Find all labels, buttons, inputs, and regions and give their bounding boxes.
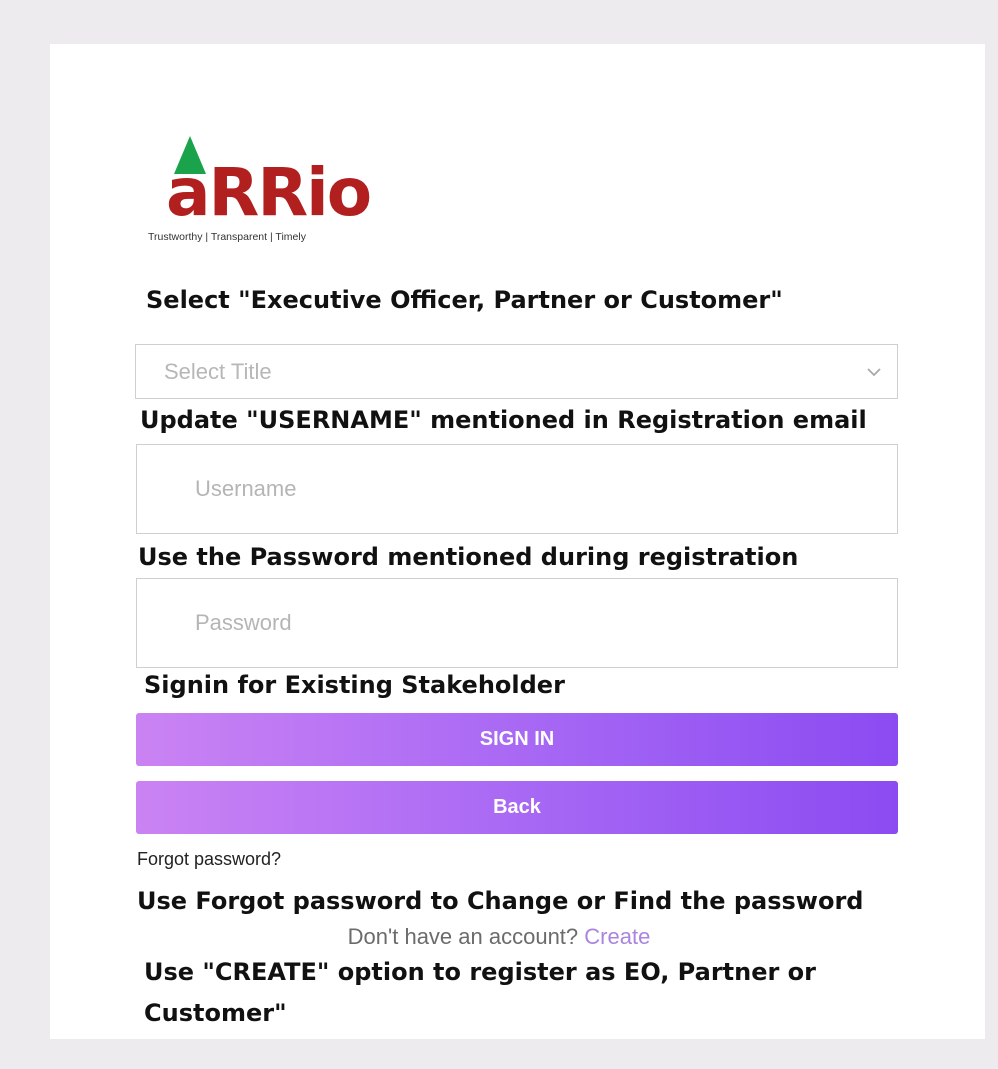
password-hint: Use the Password mentioned during regist…	[138, 543, 799, 571]
create-hint-line2: Customer"	[144, 999, 287, 1027]
password-input[interactable]	[136, 578, 898, 668]
forgot-password-link[interactable]: Forgot password?	[137, 849, 281, 870]
back-button[interactable]: Back	[136, 781, 898, 834]
logo-tagline: Trustworthy | Transparent | Timely	[148, 231, 306, 243]
no-account-text: Don't have an account?	[347, 924, 579, 949]
title-select-value: Select Title	[164, 359, 272, 384]
signup-prompt: Don't have an account? Create	[0, 924, 998, 950]
create-account-link[interactable]: Create	[584, 924, 650, 949]
chevron-down-icon	[867, 368, 881, 377]
select-title-hint: Select "Executive Officer, Partner or Cu…	[146, 286, 783, 314]
forgot-password-hint: Use Forgot password to Change or Find th…	[137, 887, 864, 915]
sign-in-button[interactable]: SIGN IN	[136, 713, 898, 766]
logo-brand-text: aRRio	[166, 154, 372, 231]
signin-hint: Signin for Existing Stakeholder	[144, 671, 565, 699]
arrio-logo: aRRio Trustworthy | Transparent | Timely	[148, 134, 398, 254]
title-select[interactable]: Select Title	[135, 344, 898, 399]
username-hint: Update "USERNAME" mentioned in Registrat…	[140, 406, 867, 434]
username-input[interactable]	[136, 444, 898, 534]
create-hint-line1: Use "CREATE" option to register as EO, P…	[144, 958, 816, 986]
